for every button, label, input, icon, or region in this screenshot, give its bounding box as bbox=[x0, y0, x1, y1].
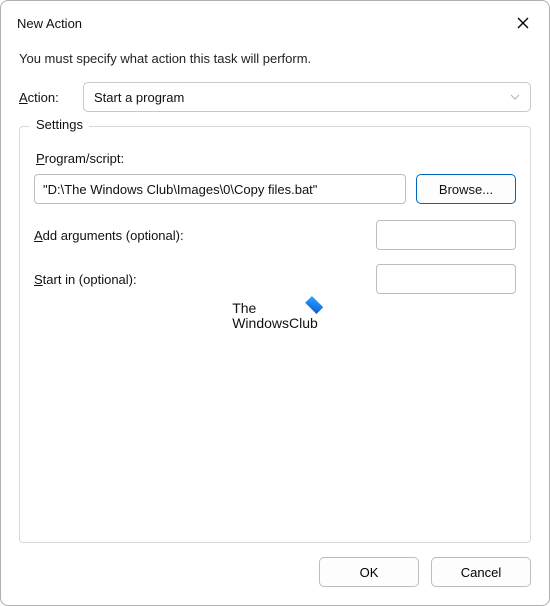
window-title: New Action bbox=[17, 16, 82, 31]
instruction-text: You must specify what action this task w… bbox=[19, 51, 531, 66]
settings-legend: Settings bbox=[30, 117, 89, 132]
new-action-dialog: New Action You must specify what action … bbox=[0, 0, 550, 606]
titlebar: New Action bbox=[1, 1, 549, 41]
add-arguments-input[interactable] bbox=[376, 220, 516, 250]
watermark-line2: WindowsClub bbox=[232, 316, 318, 331]
close-icon bbox=[517, 17, 529, 29]
action-combobox[interactable]: Start a program bbox=[83, 82, 531, 112]
action-selected-value: Start a program bbox=[94, 90, 184, 105]
program-script-input[interactable] bbox=[34, 174, 406, 204]
program-row: Browse... bbox=[34, 174, 516, 204]
ok-button[interactable]: OK bbox=[319, 557, 419, 587]
action-row: Action: Start a program bbox=[19, 82, 531, 112]
arguments-row: Add arguments (optional): bbox=[34, 220, 516, 250]
cancel-button[interactable]: Cancel bbox=[431, 557, 531, 587]
close-button[interactable] bbox=[509, 9, 537, 37]
dialog-footer: OK Cancel bbox=[1, 543, 549, 605]
startin-row: Start in (optional): bbox=[34, 264, 516, 294]
start-in-input[interactable] bbox=[376, 264, 516, 294]
program-script-label: Program/script: bbox=[36, 151, 516, 166]
browse-button[interactable]: Browse... bbox=[416, 174, 516, 204]
action-label: Action: bbox=[19, 90, 71, 105]
watermark: The WindowsClub bbox=[232, 301, 318, 332]
settings-group: Settings Program/script: Browse... Add a… bbox=[19, 126, 531, 543]
start-in-label: Start in (optional): bbox=[34, 272, 137, 287]
chevron-down-icon bbox=[510, 90, 520, 105]
add-arguments-label: Add arguments (optional): bbox=[34, 228, 184, 243]
dialog-content: You must specify what action this task w… bbox=[1, 41, 549, 543]
